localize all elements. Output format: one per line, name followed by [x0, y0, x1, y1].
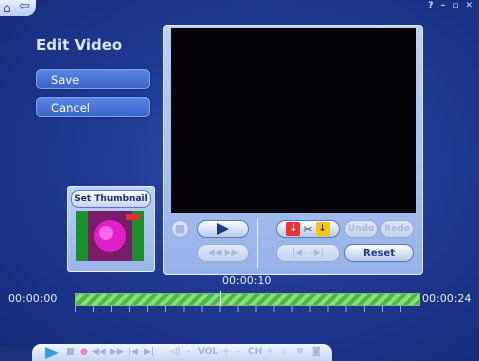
set-thumbnail-button[interactable]: Set Thumbnail [71, 190, 151, 208]
jump-buttons[interactable]: |◀– –▶| [276, 244, 340, 262]
reset-button[interactable]: Reset [344, 244, 414, 262]
window-controls[interactable]: ? – ▫ ✕ [428, 1, 475, 11]
split-controls[interactable]: ↓ ✂ ↓ [276, 220, 340, 238]
rewind-fastforward-buttons[interactable]: ◀◀ ▶▶ [197, 244, 249, 262]
volume-up-icon[interactable]: ✧ [222, 345, 230, 359]
rewind-icon: ◀◀ [207, 248, 222, 258]
end-time: 00:00:24 [422, 292, 472, 305]
save-button[interactable]: Save [36, 69, 150, 89]
timeline-track[interactable] [75, 293, 420, 306]
fast-forward-icon[interactable]: ▶▶ [110, 345, 124, 359]
timeline-ticks [75, 306, 418, 312]
channel-up-icon[interactable]: ✧ [266, 345, 274, 359]
video-preview[interactable] [171, 28, 416, 213]
fast-forward-icon: ▶▶ [224, 248, 239, 258]
camera-icon[interactable]: ◙ [312, 345, 321, 359]
set-start-icon[interactable]: ↓ [286, 222, 301, 236]
current-time: 00:00:10 [222, 274, 272, 287]
scissors-icon[interactable]: ✂ [303, 223, 312, 236]
play-icon[interactable] [44, 346, 60, 360]
start-time: 00:00:00 [8, 292, 58, 305]
video-editor-panel: ◀◀ ▶▶ ↓ ✂ ↓ |◀– –▶| Undo Redo Reset [163, 25, 423, 275]
thumbnail-image [76, 211, 144, 261]
stop-icon [176, 225, 184, 233]
rewind-icon[interactable]: ◀◀ [92, 345, 106, 359]
home-icon[interactable]: ⌂ [3, 1, 11, 15]
channel-down-icon[interactable]: – [236, 345, 241, 359]
mute-icon[interactable]: ◁) [170, 345, 180, 359]
bottom-left-dock [0, 346, 36, 361]
ch-label: CH [248, 347, 263, 357]
back-arrow-icon[interactable]: ⇦ [19, 0, 30, 14]
top-bar: ⌂ ⇦ ? – ▫ ✕ [0, 0, 479, 20]
jump-start-icon: |◀– [292, 248, 307, 258]
play-button[interactable] [197, 220, 249, 238]
stop-button[interactable] [171, 220, 189, 238]
redo-button[interactable]: Redo [380, 220, 414, 238]
set-end-icon[interactable]: ↓ [315, 222, 330, 236]
play-icon [217, 223, 229, 235]
stop-icon[interactable]: ■ [66, 345, 75, 359]
star-icon[interactable]: ☆ [280, 345, 288, 359]
timeline-playhead[interactable] [219, 291, 221, 306]
cancel-button[interactable]: Cancel [36, 97, 150, 117]
divider [257, 218, 258, 268]
vol-label: VOL [198, 347, 219, 357]
skip-back-icon[interactable]: |◀ [128, 345, 138, 359]
volume-down-icon[interactable]: – [186, 345, 191, 359]
jump-end-icon: –▶| [309, 248, 324, 258]
skip-forward-icon[interactable]: ▶| [144, 345, 154, 359]
thumbnail-frame [76, 211, 144, 261]
thumbnail-panel: Set Thumbnail [67, 186, 155, 272]
page-title: Edit Video [36, 36, 123, 54]
undo-button[interactable]: Undo [344, 220, 378, 238]
record-icon[interactable]: ● [80, 345, 88, 359]
gear-icon[interactable]: ✲ [296, 345, 304, 359]
